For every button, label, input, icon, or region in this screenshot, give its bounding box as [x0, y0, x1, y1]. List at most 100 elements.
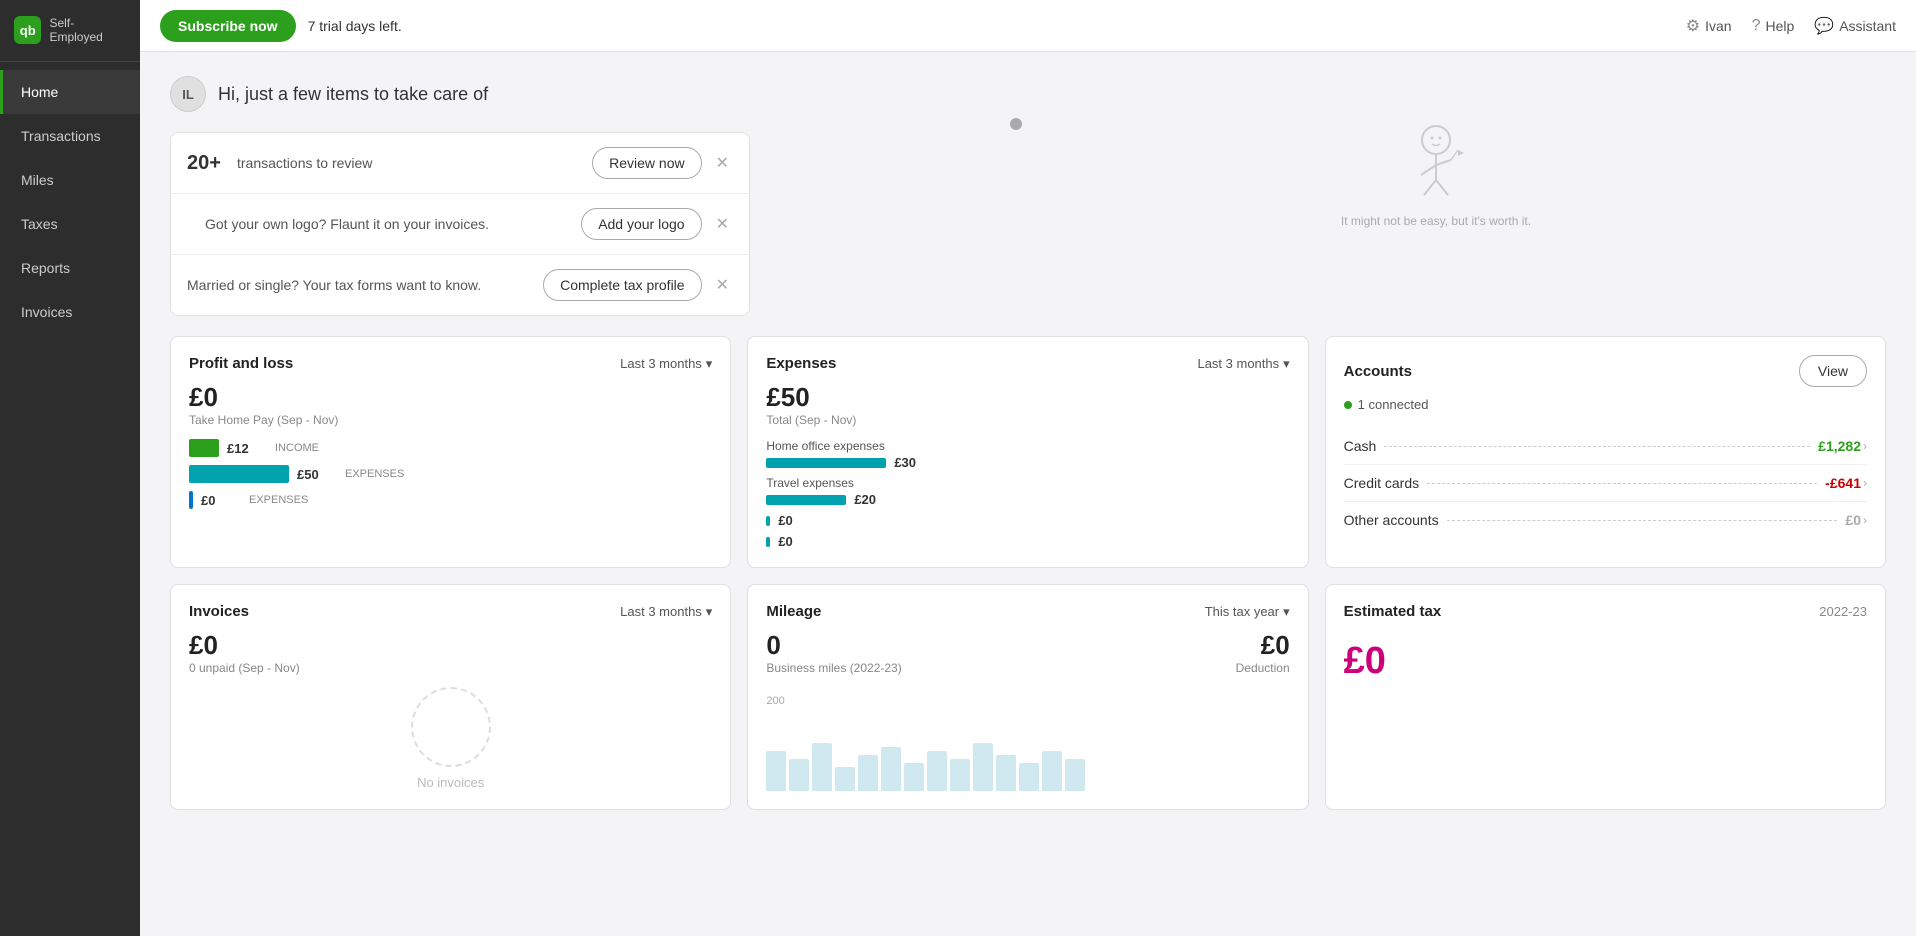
close-notification-1[interactable]: ✕ — [712, 214, 733, 234]
account-name-cash: Cash — [1344, 438, 1377, 454]
estimated-tax-year: 2022-23 — [1819, 604, 1867, 619]
profit-loss-widget: Profit and loss Last 3 months ▾ £0 Take … — [170, 336, 731, 568]
account-dashes-other — [1447, 520, 1838, 521]
chevron-down-icon-invoices: ▾ — [706, 604, 713, 620]
expense-val-travel: £20 — [854, 492, 876, 507]
mileage-bar-2 — [789, 759, 809, 791]
invoices-subtitle: 0 unpaid (Sep - Nov) — [189, 661, 712, 675]
mileage-bar-col-1 — [766, 751, 786, 791]
mileage-bar-5 — [858, 755, 878, 791]
chevron-down-icon-expenses: ▾ — [1283, 356, 1290, 372]
help-button[interactable]: ? Help — [1752, 17, 1795, 35]
mileage-header: Mileage This tax year ▾ — [766, 603, 1289, 620]
complete-tax-profile-button[interactable]: Complete tax profile — [543, 269, 702, 301]
mileage-bar-7 — [904, 763, 924, 791]
mileage-bar-4 — [835, 767, 855, 791]
sidebar-item-reports[interactable]: Reports — [0, 246, 140, 290]
tax-label: EXPENSES — [249, 494, 308, 506]
mileage-bar-3 — [812, 743, 832, 791]
account-arrow-other: › — [1863, 513, 1867, 527]
accounts-title: Accounts — [1344, 363, 1412, 380]
review-now-button[interactable]: Review now — [592, 147, 701, 179]
accounts-header: Accounts View — [1344, 355, 1867, 387]
mileage-bar-col-7 — [904, 763, 924, 791]
sidebar-item-home[interactable]: Home — [0, 70, 140, 114]
assistant-label: Assistant — [1839, 18, 1896, 34]
mileage-bar-col-10 — [973, 743, 993, 791]
expense-item-home-office: Home office expenses £30 — [766, 439, 1289, 470]
mileage-period-selector[interactable]: This tax year ▾ — [1205, 604, 1290, 620]
income-bar — [189, 439, 219, 457]
tax-value: £0 — [201, 493, 241, 508]
notifications-panel: 20+ transactions to review Review now ✕ … — [170, 132, 750, 316]
user-menu[interactable]: ⚙ Ivan — [1686, 16, 1732, 36]
mileage-bar-1 — [766, 751, 786, 791]
view-accounts-button[interactable]: View — [1799, 355, 1867, 387]
expenses-subtitle: Total (Sep - Nov) — [766, 413, 1289, 427]
expenses-period-selector[interactable]: Last 3 months ▾ — [1197, 356, 1289, 372]
pl-period-selector[interactable]: Last 3 months ▾ — [620, 356, 712, 372]
income-value: £12 — [227, 441, 267, 456]
mileage-title: Mileage — [766, 603, 821, 620]
expense-bar-travel — [766, 495, 846, 505]
pl-bar-tax: £0 EXPENSES — [189, 491, 712, 509]
mileage-bar-13 — [1042, 751, 1062, 791]
topbar-right: ⚙ Ivan ? Help 💬 Assistant — [1686, 16, 1896, 36]
mileage-miles-label: Business miles (2022-23) — [766, 661, 901, 675]
account-name-credit: Credit cards — [1344, 475, 1419, 491]
pl-title: Profit and loss — [189, 355, 293, 372]
mileage-bar-col-11 — [996, 755, 1016, 791]
sidebar-item-invoices[interactable]: Invoices — [0, 290, 140, 334]
expense-item-4: £0 — [766, 534, 1289, 549]
gear-icon: ⚙ — [1686, 16, 1700, 36]
expenses-list: Home office expenses £30 Travel expenses… — [766, 439, 1289, 549]
mileage-bar-col-6 — [881, 747, 901, 791]
sidebar-logo: qb Self-Employed — [0, 0, 140, 62]
mileage-deduction-label: Deduction — [1236, 661, 1290, 675]
qb-logo-icon: qb — [14, 16, 41, 44]
connected-dot — [1344, 401, 1352, 409]
expense-val-3: £0 — [778, 513, 792, 528]
expense-bar-row-1: £20 — [766, 492, 1289, 507]
mileage-deduction-block: £0 Deduction — [1236, 630, 1290, 687]
close-notification-2[interactable]: ✕ — [712, 275, 733, 295]
mileage-bar-col-8 — [927, 751, 947, 791]
mileage-bar-10 — [973, 743, 993, 791]
mileage-y-label: 200 — [766, 695, 1289, 707]
mileage-bar-14 — [1065, 759, 1085, 791]
avatar: IL — [170, 76, 206, 112]
expenses-label: EXPENSES — [345, 468, 404, 480]
expenses-widget: Expenses Last 3 months ▾ £50 Total (Sep … — [747, 336, 1308, 568]
notif-label-transactions: transactions to review — [237, 155, 582, 171]
account-dashes-credit — [1427, 483, 1817, 484]
assistant-button[interactable]: 💬 Assistant — [1814, 16, 1896, 36]
sidebar-item-miles[interactable]: Miles — [0, 158, 140, 202]
mileage-widget: Mileage This tax year ▾ 0 Business miles… — [747, 584, 1308, 810]
estimated-tax-header: Estimated tax 2022-23 — [1344, 603, 1867, 620]
account-name-other: Other accounts — [1344, 512, 1439, 528]
tax-bar — [189, 491, 193, 509]
subscribe-button[interactable]: Subscribe now — [160, 10, 296, 42]
chevron-down-icon-mileage: ▾ — [1283, 604, 1290, 620]
account-arrow-credit: › — [1863, 476, 1867, 490]
invoices-widget: Invoices Last 3 months ▾ £0 0 unpaid (Se… — [170, 584, 731, 810]
invoices-amount: £0 — [189, 630, 712, 661]
sidebar-item-taxes[interactable]: Taxes — [0, 202, 140, 246]
trial-text: 7 trial days left. — [308, 18, 402, 34]
invoices-period-selector[interactable]: Last 3 months ▾ — [620, 604, 712, 620]
mileage-bar-col-9 — [950, 759, 970, 791]
mileage-chart: 200 — [766, 695, 1289, 791]
mileage-bar-col-12 — [1019, 763, 1039, 791]
account-amount-cash: £1,282 — [1818, 438, 1861, 454]
assistant-icon: 💬 — [1814, 16, 1834, 36]
income-label: INCOME — [275, 442, 330, 454]
close-notification-0[interactable]: ✕ — [712, 153, 733, 173]
expenses-bar — [189, 465, 289, 483]
account-amount-other: £0 — [1845, 512, 1861, 528]
sidebar-item-transactions[interactable]: Transactions — [0, 114, 140, 158]
mileage-summary: 0 Business miles (2022-23) £0 Deduction — [766, 630, 1289, 687]
expense-bar-row-0: £30 — [766, 455, 1289, 470]
widgets-grid: Profit and loss Last 3 months ▾ £0 Take … — [170, 336, 1886, 810]
add-logo-button[interactable]: Add your logo — [581, 208, 701, 240]
accounts-widget: Accounts View 1 connected Cash £1,282 › … — [1325, 336, 1886, 568]
